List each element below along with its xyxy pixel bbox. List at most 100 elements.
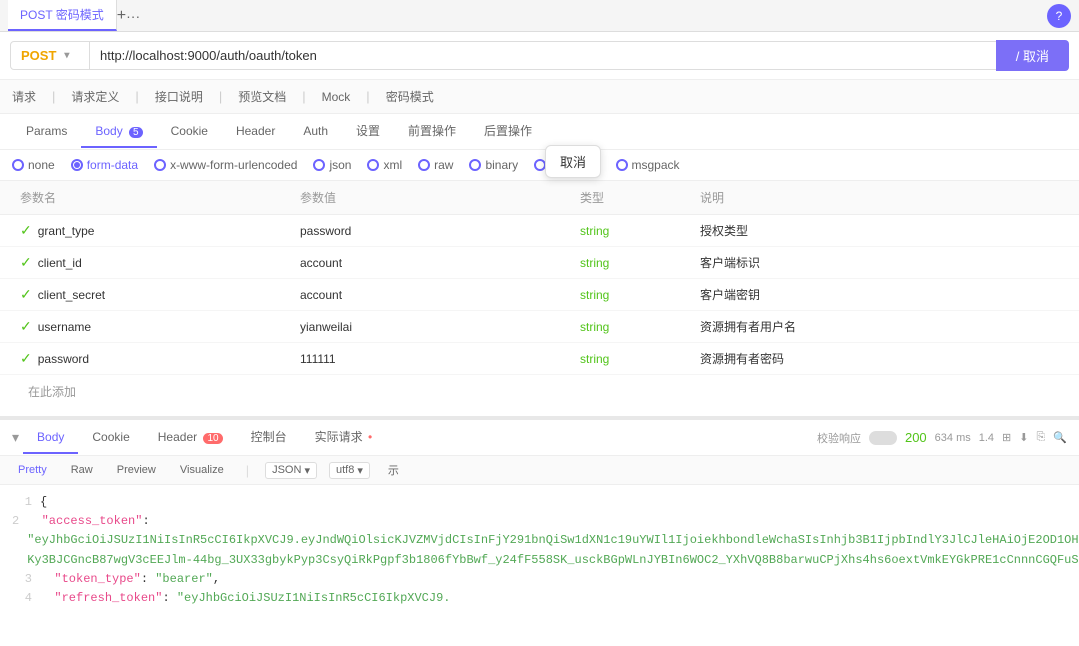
body-msgpack[interactable]: msgpack — [616, 158, 680, 172]
body-none[interactable]: none — [12, 158, 55, 172]
param-name[interactable]: client_id — [38, 256, 82, 270]
body-form-data[interactable]: form-data — [71, 158, 138, 172]
param-type-cell: string — [572, 316, 692, 338]
cancel-button[interactable]: / 取消 — [996, 40, 1069, 71]
subnav-docs[interactable]: 预览文档 — [238, 86, 286, 107]
body-type-bar: none form-data x-www-form-urlencoded jso… — [0, 150, 1079, 181]
json-line-1: 1 { — [12, 493, 1067, 512]
collapse-icon[interactable]: ▾ — [12, 429, 19, 446]
param-name-cell: ✓ client_id — [12, 250, 292, 275]
tab-params[interactable]: Params — [12, 116, 81, 148]
save-icon[interactable]: ⬇ — [1019, 431, 1028, 444]
tab-auth[interactable]: Auth — [289, 116, 342, 148]
req-tabs: Params Body 5 Cookie Header Auth 设置 — [0, 114, 1079, 150]
resp-tab-actual[interactable]: 实际请求 • — [301, 420, 387, 455]
wrap-label[interactable]: 示 — [382, 460, 405, 480]
param-name[interactable]: username — [38, 320, 91, 334]
copy-icon[interactable]: ⎘ — [1036, 431, 1045, 444]
app-container: POST 密码模式 + ··· ? POST ▾ / 取消 请求 | 请求定义 … — [0, 0, 1079, 646]
radio-msgpack — [616, 159, 628, 171]
tab-header[interactable]: Header — [222, 116, 289, 148]
subnav-divider3: | — [219, 89, 222, 104]
param-row-username: ✓ username yianweilai string 资源拥有者用户名 — [0, 311, 1079, 343]
tab-bar: POST 密码模式 + ··· ? — [0, 0, 1079, 32]
tab-settings[interactable]: 设置 — [342, 114, 394, 149]
url-input[interactable] — [90, 41, 996, 70]
format-arrow: ▾ — [304, 464, 310, 477]
param-desc-cell: 资源拥有者密码 — [692, 346, 1067, 371]
tab-label: POST 密码模式 — [20, 6, 104, 23]
param-value-cell[interactable]: account — [292, 284, 572, 306]
body-binary[interactable]: binary — [469, 158, 518, 172]
response-tabs-bar: ▾ Body Cookie Header 10 控制台 实际请求 • — [0, 420, 1079, 456]
radio-binary — [469, 159, 481, 171]
encoding-select[interactable]: utf8 ▾ — [329, 462, 370, 479]
tab-body[interactable]: Body 5 — [81, 116, 156, 148]
resp-size: 1.4 — [979, 432, 994, 444]
radio-none — [12, 159, 24, 171]
body-urlencoded[interactable]: x-www-form-urlencoded — [154, 158, 297, 172]
subnav-definition[interactable]: 请求定义 — [71, 86, 119, 107]
format-pretty[interactable]: Pretty — [12, 462, 53, 478]
search-resp-icon[interactable]: 🔍 — [1053, 431, 1067, 444]
tab-more[interactable]: ··· — [126, 8, 140, 24]
verify-label: 校验响应 — [817, 430, 861, 446]
wrap-icon[interactable]: ⊞ — [1002, 431, 1011, 444]
param-name[interactable]: password — [38, 352, 89, 366]
resp-tab-body[interactable]: Body — [23, 422, 78, 454]
header-type: 类型 — [572, 185, 692, 210]
tab-cookie[interactable]: Cookie — [157, 116, 222, 148]
header-badge: 10 — [203, 433, 222, 444]
add-param-row[interactable]: 在此添加 — [0, 375, 1079, 408]
resp-tab-cookie[interactable]: Cookie — [78, 422, 143, 454]
method-label: POST — [21, 48, 56, 63]
tab-add[interactable]: + — [117, 7, 126, 25]
param-desc-cell: 客户端密钥 — [692, 282, 1067, 307]
radio-raw — [418, 159, 430, 171]
format-preview[interactable]: Preview — [111, 462, 162, 478]
param-value-cell[interactable]: yianweilai — [292, 316, 572, 338]
subnav-divider2: | — [135, 89, 138, 104]
format-select[interactable]: JSON ▾ — [265, 462, 317, 479]
add-row-label: 在此添加 — [28, 383, 76, 400]
line-num-1: 1 — [12, 493, 32, 512]
resp-actions: 校验响应 200 634 ms 1.4 ⊞ ⬇ ⎘ 🔍 — [817, 430, 1067, 446]
check-icon[interactable]: ✓ — [20, 318, 32, 335]
tab-post-op[interactable]: 后置操作 — [470, 114, 546, 149]
param-name[interactable]: grant_type — [38, 224, 95, 238]
param-value-cell[interactable]: account — [292, 252, 572, 274]
param-value-cell[interactable]: 111111 — [292, 348, 572, 370]
subnav-divider5: | — [366, 89, 369, 104]
subnav-divider4: | — [302, 89, 305, 104]
resp-tab-console[interactable]: 控制台 — [237, 420, 301, 455]
subnav-password-mode[interactable]: 密码模式 — [386, 86, 434, 107]
body-raw[interactable]: raw — [418, 158, 453, 172]
check-icon[interactable]: ✓ — [20, 350, 32, 367]
tab-pre-op[interactable]: 前置操作 — [394, 114, 470, 149]
subnav-interface[interactable]: 接口说明 — [155, 86, 203, 107]
tab-post-password[interactable]: POST 密码模式 — [8, 0, 117, 31]
body-xml[interactable]: xml — [367, 158, 402, 172]
format-bar: Pretty Raw Preview Visualize | JSON ▾ ut… — [0, 456, 1079, 485]
json-line-4: 4 "refresh_token": "eyJhbGciOiJSUzI1NiIs… — [12, 589, 1067, 608]
param-value-cell[interactable]: password — [292, 220, 572, 242]
subnav-mock[interactable]: Mock — [322, 88, 351, 106]
toggle-switch[interactable] — [869, 431, 897, 445]
json-line-3: 3 "token_type": "bearer", — [12, 570, 1067, 589]
param-desc-cell: 资源拥有者用户名 — [692, 314, 1067, 339]
format-raw[interactable]: Raw — [65, 462, 99, 478]
check-icon[interactable]: ✓ — [20, 286, 32, 303]
method-select[interactable]: POST ▾ — [10, 41, 90, 70]
param-name[interactable]: client_secret — [38, 288, 105, 302]
resp-status-code: 200 — [905, 430, 927, 445]
params-header-row: 参数名 参数值 类型 说明 — [0, 181, 1079, 215]
subnav-request[interactable]: 请求 — [12, 86, 36, 107]
resp-tab-header[interactable]: Header 10 — [144, 422, 237, 454]
body-json[interactable]: json — [313, 158, 351, 172]
format-divider: | — [246, 463, 249, 478]
param-type-cell: string — [572, 348, 692, 370]
format-visualize[interactable]: Visualize — [174, 462, 230, 478]
radio-urlencoded — [154, 159, 166, 171]
check-icon[interactable]: ✓ — [20, 254, 32, 271]
check-icon[interactable]: ✓ — [20, 222, 32, 239]
